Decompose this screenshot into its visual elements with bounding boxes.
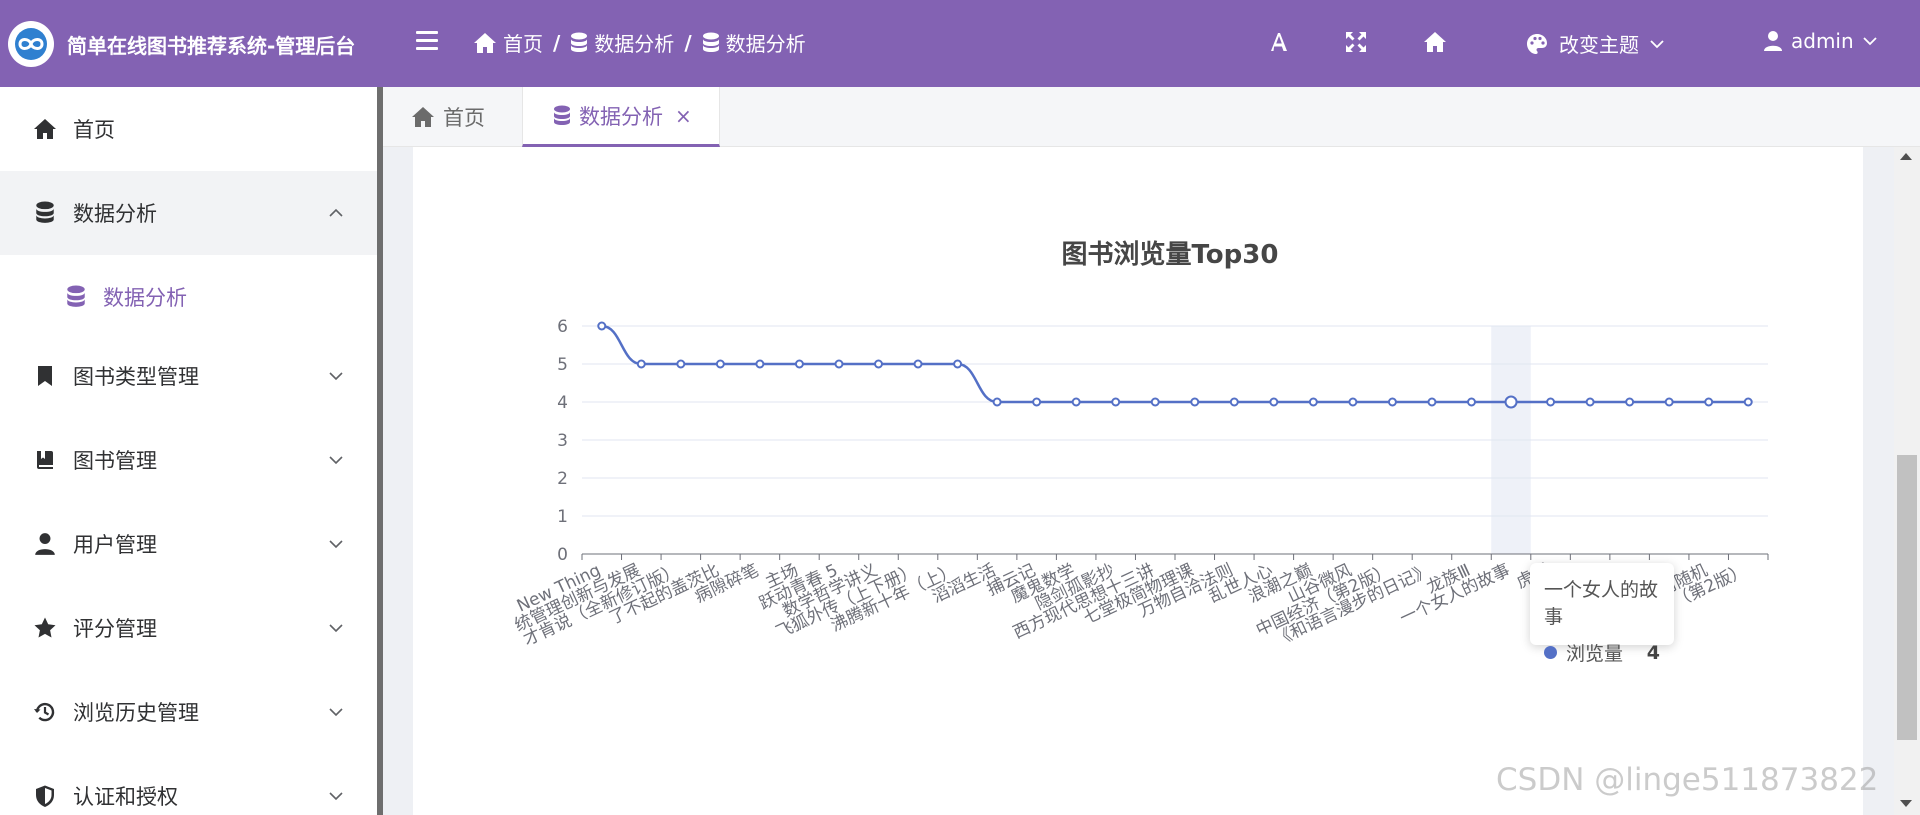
data-point [992,397,1002,407]
data-point [676,359,686,369]
data-point [874,359,883,369]
data-point [1387,397,1397,407]
data-point [1625,397,1635,407]
data-point [755,359,765,369]
watermark: CSDN @linge511873822 [1496,762,1879,798]
data-point [715,359,725,369]
data-point [1704,397,1714,407]
data-point [1504,395,1518,409]
data-point [1427,397,1437,407]
scroll-up-icon[interactable] [1900,153,1912,160]
y-tick-label: 0 [557,545,568,565]
y-tick-label: 5 [557,355,568,375]
data-point [1111,397,1121,407]
data-point [1743,397,1753,407]
data-point [1229,397,1239,407]
y-tick-label: 2 [557,469,568,489]
data-point [1546,397,1556,407]
data-point [1032,397,1042,407]
tooltip-row: 浏览量 4 [1544,639,1660,666]
chart-tooltip: 一个女人的故事 浏览量 4 [1530,563,1674,665]
data-point [913,359,923,369]
chart-title: 图书浏览量Top30 [1062,240,1279,270]
data-point [597,321,607,331]
y-tick-label: 4 [557,393,568,413]
y-tick-label: 3 [557,431,568,451]
data-point [1467,397,1476,407]
data-point [1190,397,1200,407]
data-point [953,359,963,369]
data-point [1150,397,1160,407]
data-point [1348,397,1358,407]
data-point [1269,397,1279,407]
tooltip-title: 一个女人的故事 [1544,579,1659,628]
data-point [636,359,646,369]
y-tick-label: 6 [557,317,568,337]
line-chart: 图书浏览量Top300123456New Thing统管理创新与发展才肯说（全新… [512,240,1769,650]
data-point [1585,397,1595,407]
data-point [1308,397,1318,407]
scroll-down-icon[interactable] [1900,800,1912,807]
tooltip-series: 浏览量 [1566,643,1624,665]
scrollbar-thumb[interactable] [1897,455,1917,740]
data-point [1664,397,1674,407]
data-point [834,359,844,369]
y-tick-label: 1 [557,507,568,527]
tooltip-value: 4 [1646,641,1660,664]
series-marker-icon [1544,646,1557,659]
data-point [794,359,804,369]
data-point [1071,397,1081,407]
